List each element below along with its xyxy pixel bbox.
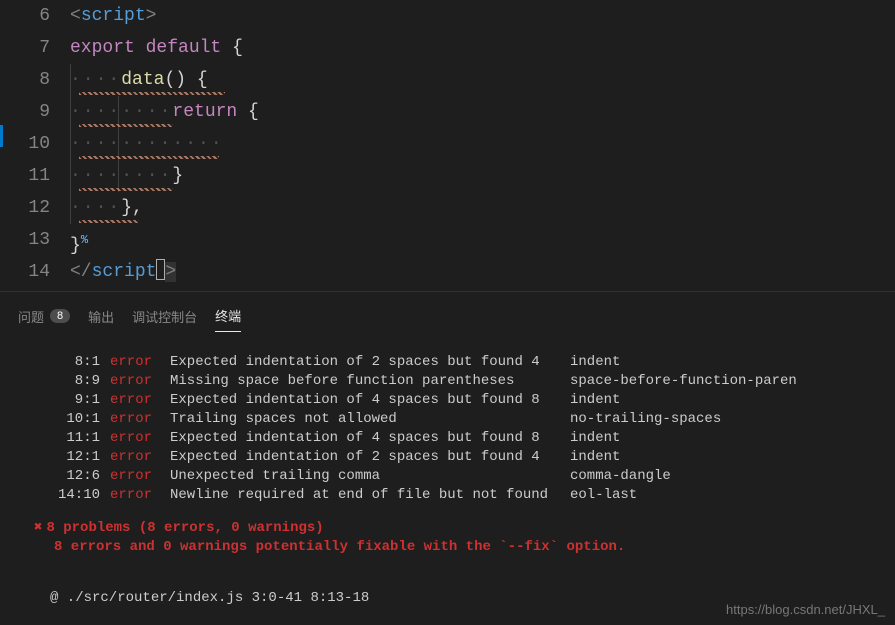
code-editor[interactable]: 6 7 8 9 10 11 12 13 14 <script> export d…	[0, 0, 895, 291]
tab-output[interactable]: 输出	[88, 301, 114, 332]
code-line[interactable]: export default {	[70, 32, 895, 64]
problems-count-badge: 8	[50, 309, 70, 323]
lint-error-row: 10:1errorTrailing spaces not allowedno-t…	[40, 410, 875, 429]
lint-location: 8:1	[40, 353, 110, 372]
lint-summary: ✖ 8 problems (8 errors, 0 warnings)	[34, 519, 875, 538]
panel-tab-bar: 问题 8 输出 调试控制台 终端	[0, 292, 895, 341]
code-line[interactable]: <script>	[70, 0, 895, 32]
lint-level: error	[110, 486, 170, 505]
lint-error-row: 11:1errorExpected indentation of 4 space…	[40, 429, 875, 448]
line-number: 10	[0, 128, 50, 160]
code-line[interactable]: ············	[70, 128, 895, 160]
lint-location: 9:1	[40, 391, 110, 410]
lint-rule: indent	[570, 429, 620, 448]
lint-message: Expected indentation of 4 spaces but fou…	[170, 429, 570, 448]
lint-message: Newline required at end of file but not …	[170, 486, 570, 505]
lint-error-row: 12:1errorExpected indentation of 2 space…	[40, 448, 875, 467]
lint-message: Trailing spaces not allowed	[170, 410, 570, 429]
line-number: 14	[0, 256, 50, 288]
lint-level: error	[110, 467, 170, 486]
lint-location: 12:6	[40, 467, 110, 486]
code-line[interactable]: }%	[70, 224, 895, 256]
code-line[interactable]: ········return {	[70, 96, 895, 128]
lint-rule: no-trailing-spaces	[570, 410, 721, 429]
tab-debug-console[interactable]: 调试控制台	[132, 301, 197, 332]
lint-location: 11:1	[40, 429, 110, 448]
lint-message: Expected indentation of 2 spaces but fou…	[170, 448, 570, 467]
lint-message: Expected indentation of 4 spaces but fou…	[170, 391, 570, 410]
lint-message: Missing space before function parenthese…	[170, 372, 570, 391]
lint-level: error	[110, 448, 170, 467]
lint-error-row: 12:6errorUnexpected trailing commacomma-…	[40, 467, 875, 486]
lint-location: 14:10	[40, 486, 110, 505]
lint-fixable-hint: 8 errors and 0 warnings potentially fixa…	[54, 538, 875, 557]
line-number: 13	[0, 224, 50, 256]
activity-bar-marker	[0, 125, 3, 147]
lint-location: 8:9	[40, 372, 110, 391]
code-line[interactable]: ········}	[70, 160, 895, 192]
lint-rule: indent	[570, 391, 620, 410]
lint-rule: indent	[570, 448, 620, 467]
lint-error-row: 8:1errorExpected indentation of 2 spaces…	[40, 353, 875, 372]
lint-rule: eol-last	[570, 486, 637, 505]
line-number: 6	[0, 0, 50, 32]
lint-level: error	[110, 353, 170, 372]
collapse-icon: %	[81, 233, 88, 247]
lint-location: 10:1	[40, 410, 110, 429]
lint-level: error	[110, 429, 170, 448]
line-number: 11	[0, 160, 50, 192]
line-number: 7	[0, 32, 50, 64]
lint-error-row: 9:1errorExpected indentation of 4 spaces…	[40, 391, 875, 410]
lint-rule: space-before-function-paren	[570, 372, 797, 391]
error-x-icon: ✖	[34, 519, 42, 538]
lint-level: error	[110, 372, 170, 391]
lint-level: error	[110, 410, 170, 429]
lint-error-row: 14:10errorNewline required at end of fil…	[40, 486, 875, 505]
tab-label: 问题	[18, 307, 44, 326]
terminal-output[interactable]: 8:1errorExpected indentation of 2 spaces…	[0, 341, 895, 618]
code-line[interactable]: ····},	[70, 192, 895, 224]
lint-rule: comma-dangle	[570, 467, 671, 486]
tab-problems[interactable]: 问题 8	[18, 301, 70, 332]
lint-location: 12:1	[40, 448, 110, 467]
code-line[interactable]: ····data() {	[70, 64, 895, 96]
code-content[interactable]: <script> export default { ····data() { ·…	[70, 0, 895, 291]
lint-message: Unexpected trailing comma	[170, 467, 570, 486]
tab-terminal[interactable]: 终端	[215, 300, 241, 332]
line-number: 9	[0, 96, 50, 128]
lint-level: error	[110, 391, 170, 410]
bottom-panel: 问题 8 输出 调试控制台 终端 8:1errorExpected indent…	[0, 291, 895, 625]
line-number: 12	[0, 192, 50, 224]
code-line[interactable]: </script>	[70, 256, 895, 288]
watermark: https://blog.csdn.net/JHXL_	[726, 602, 885, 617]
line-number: 8	[0, 64, 50, 96]
lint-rule: indent	[570, 353, 620, 372]
lint-message: Expected indentation of 2 spaces but fou…	[170, 353, 570, 372]
line-number-gutter: 6 7 8 9 10 11 12 13 14	[0, 0, 70, 291]
lint-error-row: 8:9errorMissing space before function pa…	[40, 372, 875, 391]
